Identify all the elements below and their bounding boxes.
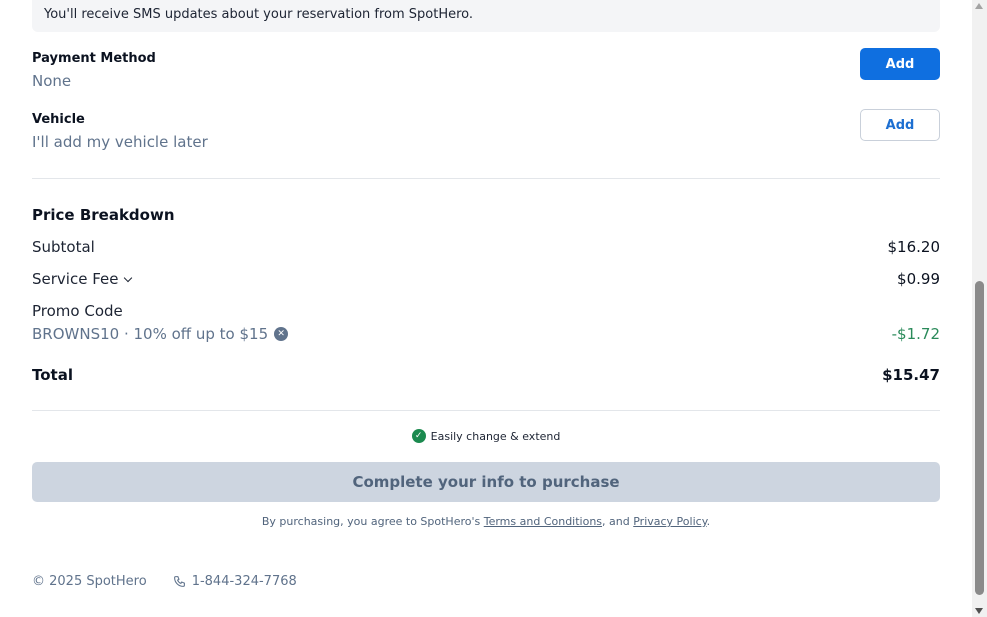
terms-link[interactable]: Terms and Conditions <box>484 515 602 528</box>
phone-icon <box>173 576 185 587</box>
phone-number: 1-844-324-7768 <box>191 574 297 589</box>
scroll-down-arrow-icon[interactable] <box>975 608 983 614</box>
service-fee-label: Service Fee <box>32 270 119 288</box>
vehicle-label: Vehicle <box>32 112 85 127</box>
total-value: $15.47 <box>882 366 940 384</box>
add-vehicle-button[interactable]: Add <box>860 109 940 141</box>
vehicle-value: I'll add my vehicle later <box>32 133 208 151</box>
legal-suffix: . <box>706 515 711 528</box>
footer: © 2025 SpotHero 1-844-324-7768 <box>32 574 297 589</box>
legal-middle: , and <box>602 515 634 528</box>
price-breakdown-title: Price Breakdown <box>32 206 175 224</box>
add-payment-button[interactable]: Add <box>860 48 940 80</box>
promo-code-applied: BROWNS10 · 10% off up to $15 ✕ <box>32 325 289 343</box>
service-fee-row: Service Fee $0.99 <box>32 270 940 288</box>
easy-change-notice: ✓ Easily change & extend <box>32 429 940 443</box>
promo-code-text: BROWNS10 · 10% off up to $15 <box>32 325 269 343</box>
total-label: Total <box>32 366 73 384</box>
subtotal-value: $16.20 <box>887 238 941 256</box>
subtotal-label: Subtotal <box>32 238 95 256</box>
service-fee-toggle[interactable]: Service Fee <box>32 270 133 288</box>
service-fee-value: $0.99 <box>897 270 940 288</box>
promo-code-label: Promo Code <box>32 302 123 320</box>
legal-prefix: By purchasing, you agree to SpotHero's <box>261 515 484 528</box>
privacy-link[interactable]: Privacy Policy <box>633 515 706 528</box>
sms-notice-banner: You'll receive SMS updates about your re… <box>32 0 940 32</box>
total-row: Total $15.47 <box>32 366 940 384</box>
copyright: © 2025 SpotHero <box>32 574 147 589</box>
easy-change-text: Easily change & extend <box>430 429 561 443</box>
check-circle-icon: ✓ <box>411 429 426 443</box>
sms-notice-text: You'll receive SMS updates about your re… <box>44 7 474 22</box>
remove-promo-icon[interactable]: ✕ <box>274 327 289 341</box>
complete-purchase-button[interactable]: Complete your info to purchase <box>32 462 940 502</box>
scroll-up-arrow-icon[interactable] <box>975 3 983 9</box>
payment-method-label: Payment Method <box>32 51 156 66</box>
promo-code-row: Promo Code <box>32 302 940 320</box>
chevron-down-icon <box>124 273 133 283</box>
promo-discount-value: -$1.72 <box>891 325 940 343</box>
payment-method-value: None <box>32 72 72 90</box>
scrollbar-thumb[interactable] <box>975 281 984 595</box>
phone-link[interactable]: 1-844-324-7768 <box>173 574 297 589</box>
legal-notice: By purchasing, you agree to SpotHero's T… <box>32 515 940 528</box>
divider <box>32 178 940 179</box>
divider <box>32 410 940 411</box>
scrollbar[interactable] <box>972 0 987 617</box>
subtotal-row: Subtotal $16.20 <box>32 238 940 256</box>
